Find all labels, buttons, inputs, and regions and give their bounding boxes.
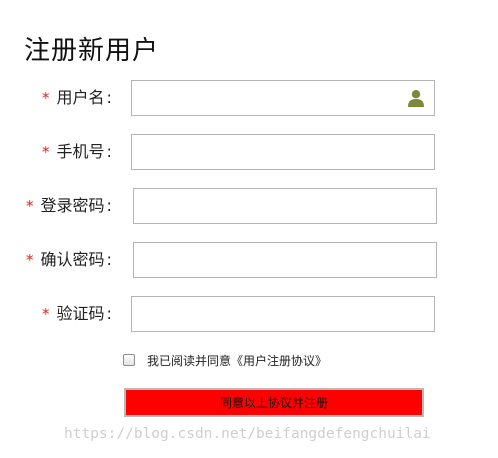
agreement-row: 我已阅读并同意《用户注册协议》: [123, 351, 327, 369]
confirm-password-label-text: 确认密码: [40, 250, 105, 269]
password-input[interactable]: [133, 188, 437, 224]
watermark-url: https://blog.csdn.net/beifangdefengchuil…: [64, 426, 431, 442]
label-colon: :: [106, 304, 112, 323]
agreement-checkbox[interactable]: [123, 354, 135, 366]
required-mark: *: [42, 143, 50, 161]
page-title: 注册新用户: [24, 36, 160, 66]
username-label: * 用户名:: [42, 80, 112, 116]
label-colon: :: [106, 88, 112, 107]
captcha-input[interactable]: [131, 296, 435, 332]
password-label: * 登录密码:: [26, 188, 112, 224]
captcha-label: * 验证码:: [42, 296, 112, 332]
username-label-text: 用户名: [56, 88, 105, 107]
label-colon: :: [106, 196, 112, 215]
required-mark: *: [26, 251, 34, 269]
phone-label-text: 手机号: [56, 142, 105, 161]
phone-input[interactable]: [131, 134, 435, 170]
required-mark: *: [42, 89, 50, 107]
phone-label: * 手机号:: [42, 134, 112, 170]
label-colon: :: [106, 142, 112, 161]
agreement-text[interactable]: 我已阅读并同意《用户注册协议》: [147, 352, 327, 369]
username-input[interactable]: [131, 80, 435, 116]
required-mark: *: [26, 197, 34, 215]
label-colon: :: [106, 250, 112, 269]
confirm-password-input[interactable]: [133, 242, 437, 278]
confirm-password-label: * 确认密码:: [26, 242, 112, 278]
user-icon: [408, 90, 424, 107]
captcha-label-text: 验证码: [56, 304, 105, 323]
register-button[interactable]: 同意以上协议并注册: [124, 388, 424, 417]
password-label-text: 登录密码: [40, 196, 105, 215]
required-mark: *: [42, 305, 50, 323]
